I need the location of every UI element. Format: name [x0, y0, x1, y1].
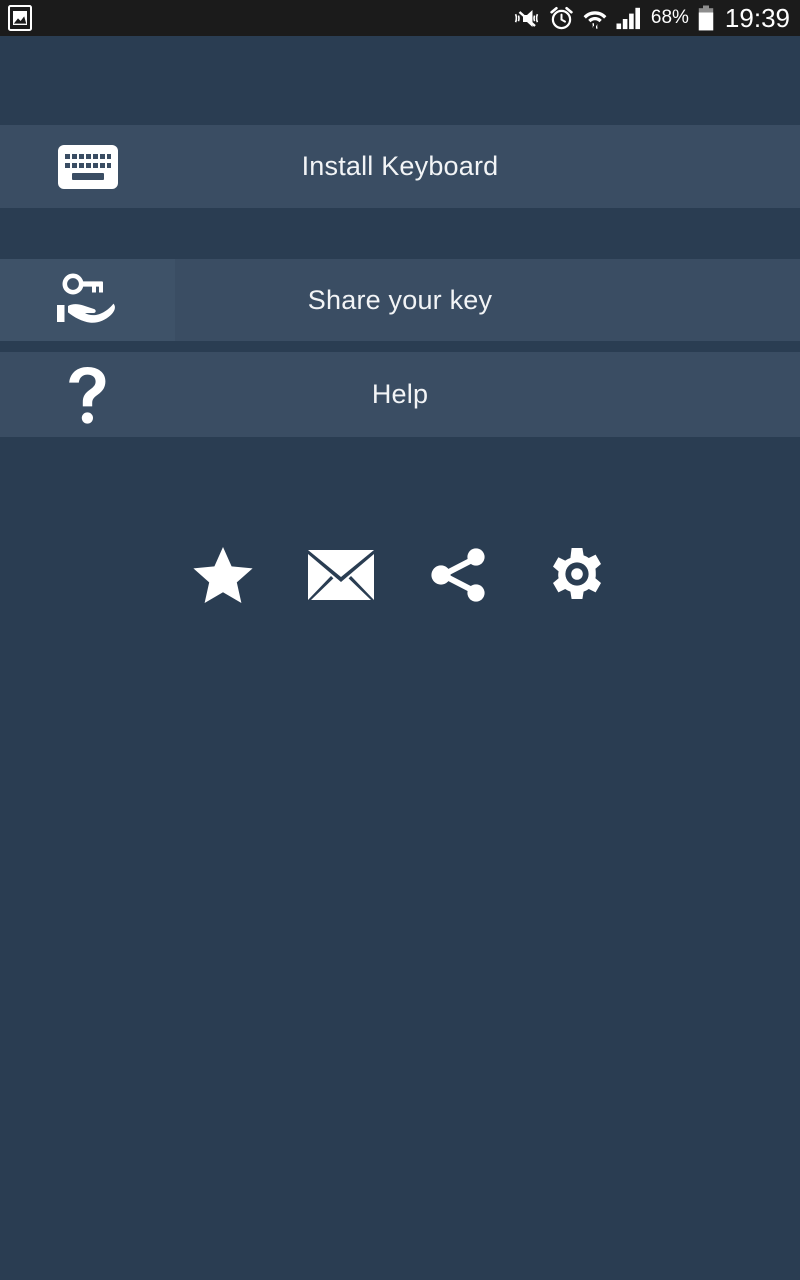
vibrate-mute-icon	[513, 6, 540, 31]
install-keyboard-icon-box	[0, 125, 175, 208]
gear-icon	[548, 546, 606, 604]
install-keyboard-label: Install Keyboard	[301, 151, 499, 181]
screenshot-image-icon	[8, 5, 32, 31]
email-button[interactable]	[301, 535, 381, 615]
rate-button[interactable]	[183, 535, 263, 615]
menu-item-help[interactable]: Help	[0, 352, 800, 437]
status-bar-clock: 19:39	[724, 2, 790, 33]
alarm-clock-icon	[549, 6, 574, 31]
bottom-icon-bar	[0, 530, 800, 620]
status-bar: 68% 19:39	[0, 0, 800, 36]
app-root: 68% 19:39 Install Keyboard Share your ke…	[0, 0, 800, 1280]
signal-bars-icon	[616, 7, 642, 30]
menu-item-install-keyboard[interactable]: Install Keyboard	[0, 125, 800, 208]
share-button[interactable]	[419, 535, 499, 615]
status-bar-left-icons	[0, 5, 32, 31]
share-icon	[429, 547, 489, 603]
question-mark-icon	[66, 365, 110, 425]
battery-icon	[698, 5, 714, 31]
share-your-key-label: Share your key	[307, 284, 493, 315]
help-icon-box	[0, 352, 175, 437]
keyboard-icon	[57, 144, 118, 189]
settings-button[interactable]	[537, 535, 617, 615]
hand-key-icon	[56, 272, 120, 328]
battery-percent-label: 68%	[650, 7, 689, 28]
status-bar-right-icons: 68% 19:39	[513, 3, 800, 34]
share-your-key-icon-box	[0, 259, 175, 341]
wifi-data-icon	[583, 6, 607, 31]
star-icon	[192, 546, 254, 604]
help-label: Help	[371, 379, 429, 409]
menu-item-share-your-key[interactable]: Share your key	[0, 259, 800, 341]
envelope-icon	[308, 550, 374, 600]
